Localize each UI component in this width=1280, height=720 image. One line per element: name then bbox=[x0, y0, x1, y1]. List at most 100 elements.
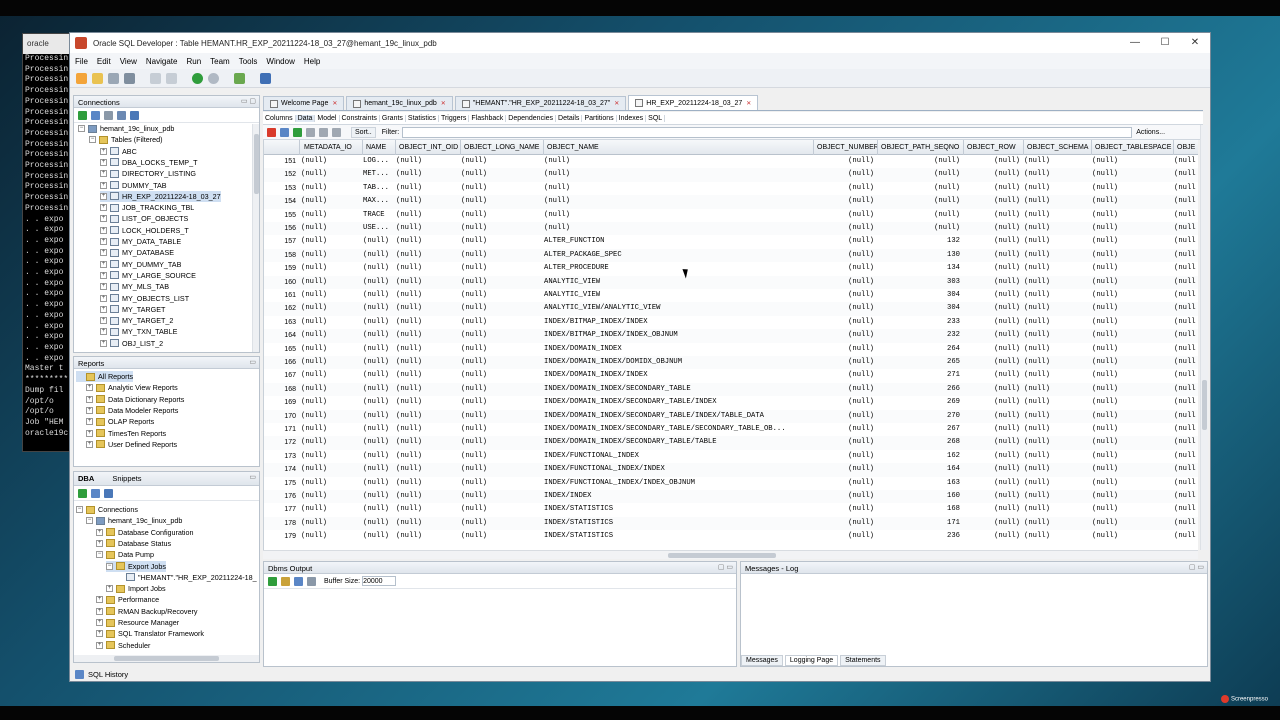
table-cell[interactable]: 171 bbox=[878, 517, 960, 530]
table-cell[interactable]: (null) bbox=[1024, 356, 1088, 369]
table-cell[interactable]: (null) bbox=[396, 235, 457, 248]
table-cell[interactable]: (null) bbox=[814, 262, 874, 275]
expand-toggle-icon[interactable]: + bbox=[100, 249, 107, 257]
tree-node[interactable]: + Data Modeler Reports bbox=[86, 405, 178, 416]
expand-toggle-icon[interactable]: + bbox=[96, 528, 103, 536]
filter-input[interactable] bbox=[402, 126, 1133, 138]
data-grid[interactable]: METADATA_IO NAME OBJECT_INT_OID OBJECT_LONG… bbox=[263, 140, 1198, 550]
tree-node[interactable]: + MY_TARGET bbox=[100, 304, 165, 315]
table-row[interactable]: 165 (null) (null) (null) (null) INDEX/DOMAIN_… bbox=[264, 343, 1198, 356]
expand-toggle-icon[interactable]: + bbox=[86, 429, 93, 437]
table-row[interactable]: 160 (null) (null) (null) (null) ANALYTIC_VIEW… bbox=[264, 275, 1198, 289]
tree-node[interactable]: + ABC bbox=[100, 146, 137, 157]
tree-node[interactable]: + MY_DATA_TABLE bbox=[100, 236, 181, 247]
table-cell[interactable]: (null) bbox=[964, 450, 1020, 463]
messages-tab[interactable]: Messages bbox=[741, 654, 783, 666]
table-cell[interactable]: (null) bbox=[363, 517, 392, 530]
table-row[interactable]: 166 (null) (null) (null) (null) INDEX/DOMAIN_… bbox=[264, 356, 1198, 370]
table-cell[interactable]: (null) bbox=[363, 302, 392, 315]
table-cell[interactable]: (null) bbox=[396, 517, 457, 530]
table-cell[interactable]: (null) bbox=[1092, 517, 1170, 530]
table-cell[interactable]: INDEX/DOMAIN_INDEX/INDEX bbox=[544, 369, 810, 382]
table-row[interactable]: 179 (null) (null) (null) (null) INDEX/STATIST… bbox=[264, 530, 1198, 543]
expand-toggle-icon[interactable]: + bbox=[100, 238, 107, 245]
table-cell[interactable]: (null) bbox=[814, 436, 874, 449]
table-cell[interactable]: (null) bbox=[396, 195, 457, 208]
table-cell[interactable]: (null) bbox=[461, 249, 540, 262]
table-cell[interactable]: (null) bbox=[363, 477, 392, 490]
table-cell[interactable]: (null bbox=[1174, 316, 1198, 329]
expand-toggle-icon[interactable]: + bbox=[86, 418, 93, 426]
table-cell[interactable]: (null) bbox=[363, 503, 392, 516]
table-cell[interactable]: (null) bbox=[301, 463, 359, 476]
table-cell[interactable]: (null) bbox=[301, 477, 359, 490]
table-cell[interactable]: (null bbox=[1174, 503, 1198, 516]
dba-hscrollbar[interactable] bbox=[74, 655, 259, 662]
table-cell[interactable]: 236 bbox=[878, 530, 960, 543]
table-cell[interactable]: 233 bbox=[878, 316, 960, 329]
table-cell[interactable]: (null) bbox=[1092, 410, 1170, 423]
print-icon[interactable] bbox=[307, 576, 316, 586]
table-cell[interactable]: (null) bbox=[301, 450, 359, 463]
table-cell[interactable]: (null) bbox=[1024, 276, 1088, 289]
table-cell[interactable]: (null) bbox=[461, 262, 540, 275]
table-cell[interactable]: 271 bbox=[878, 369, 960, 382]
table-row[interactable]: 177 (null) (null) (null) (null) INDEX/STATIST… bbox=[264, 503, 1198, 516]
table-cell[interactable]: (null) bbox=[363, 249, 392, 262]
column-header[interactable]: OBJECT_PATH_SEQNO bbox=[878, 140, 964, 155]
table-row[interactable]: 175 (null) (null) (null) (null) INDEX/FUNCTIO… bbox=[264, 477, 1198, 490]
table-cell[interactable]: (null) bbox=[301, 316, 359, 329]
tree-node[interactable]: + Resource Manager bbox=[96, 617, 179, 628]
table-row[interactable]: 158 (null) (null) (null) (null) ALTER_PACKAGE… bbox=[264, 248, 1198, 263]
table-cell[interactable]: INDEX/BITMAP_INDEX/INDEX_OBJNUM bbox=[544, 329, 810, 342]
column-header[interactable]: NAME bbox=[363, 140, 396, 155]
tree-node[interactable]: + Import Jobs bbox=[106, 583, 166, 594]
table-cell[interactable]: (null) bbox=[1092, 383, 1170, 396]
table-cell[interactable]: 266 bbox=[878, 383, 960, 396]
table-cell[interactable]: INDEX/BITMAP_INDEX/INDEX bbox=[544, 316, 810, 329]
table-row[interactable]: 164 (null) (null) (null) (null) INDEX/BITMAP_… bbox=[264, 329, 1198, 343]
table-cell[interactable]: (null) bbox=[301, 517, 359, 530]
table-cell[interactable]: (null) bbox=[301, 289, 359, 302]
table-cell[interactable]: LOG... bbox=[363, 155, 392, 168]
table-cell[interactable]: INDEX/STATISTICS bbox=[544, 517, 810, 530]
table-cell[interactable]: (null) bbox=[964, 369, 1020, 382]
table-cell[interactable]: (null) bbox=[461, 302, 540, 315]
table-cell[interactable]: (null) bbox=[396, 369, 457, 382]
grid-hscrollbar[interactable] bbox=[263, 550, 1198, 559]
table-cell[interactable]: (null) bbox=[461, 463, 540, 476]
table-cell[interactable]: INDEX/DOMAIN_INDEX/SECONDARY_TABLE/INDEX… bbox=[544, 410, 810, 423]
table-cell[interactable]: (null) bbox=[964, 477, 1020, 490]
table-cell[interactable]: (null) bbox=[363, 343, 392, 356]
table-cell[interactable]: (null) bbox=[1024, 302, 1088, 315]
table-cell[interactable]: (null) bbox=[461, 182, 540, 195]
tree-node[interactable]: + MY_MLS_TAB bbox=[100, 281, 169, 292]
table-cell[interactable]: (null) bbox=[544, 222, 810, 235]
close-tab-icon[interactable]: ✕ bbox=[746, 100, 751, 107]
column-header[interactable] bbox=[264, 140, 300, 155]
table-cell[interactable]: (null) bbox=[1092, 289, 1170, 302]
table-cell[interactable]: (null) bbox=[301, 423, 359, 436]
table-cell[interactable]: (null) bbox=[461, 396, 540, 409]
delete-row-icon[interactable] bbox=[306, 127, 315, 137]
panel-minimize-icon[interactable]: ▭ bbox=[249, 473, 256, 481]
table-cell[interactable]: (null bbox=[1174, 262, 1198, 275]
table-cell[interactable]: (null) bbox=[301, 383, 359, 396]
table-cell[interactable]: 168 bbox=[878, 503, 960, 516]
table-cell[interactable]: (null) bbox=[964, 276, 1020, 289]
table-cell[interactable]: (null) bbox=[1024, 517, 1088, 530]
table-row[interactable]: 156 (null) USE... (null) (null) (null) (null) (… bbox=[264, 222, 1198, 236]
tree-node[interactable]: + TimesTen Reports bbox=[86, 428, 166, 439]
schema-browser-icon[interactable] bbox=[117, 110, 126, 120]
table-cell[interactable]: (null) bbox=[396, 249, 457, 262]
rollback-icon[interactable] bbox=[332, 127, 341, 137]
table-cell[interactable]: 303 bbox=[878, 276, 960, 289]
table-cell[interactable]: ALTER_PACKAGE_SPEC bbox=[544, 249, 810, 262]
tree-node[interactable]: + MY_OBJECTS_LIST bbox=[100, 293, 189, 304]
back-icon[interactable] bbox=[192, 72, 203, 84]
tree-node[interactable]: + MY_TARGET_2 bbox=[100, 315, 173, 326]
new-icon[interactable] bbox=[76, 72, 87, 84]
table-cell[interactable]: (null) bbox=[1092, 463, 1170, 476]
table-cell[interactable]: (null) bbox=[396, 222, 457, 235]
expand-toggle-icon[interactable]: + bbox=[86, 395, 93, 403]
